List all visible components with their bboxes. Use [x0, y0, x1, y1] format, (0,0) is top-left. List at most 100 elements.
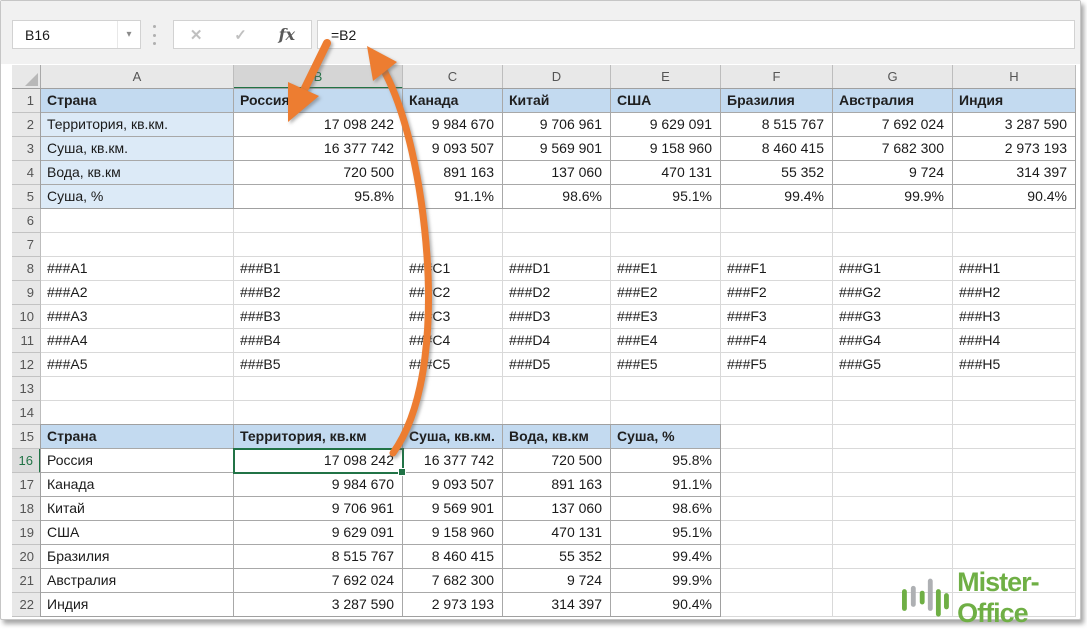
cell-G5[interactable]: 99.9% [833, 185, 953, 209]
col-header-B[interactable]: B [234, 65, 403, 89]
cell-E18[interactable]: 98.6% [611, 497, 721, 521]
cell-H9[interactable]: ###H2 [953, 281, 1076, 305]
cell-A7[interactable] [41, 233, 234, 257]
cell-D18[interactable]: 137 060 [503, 497, 611, 521]
cell-H10[interactable]: ###H3 [953, 305, 1076, 329]
cell-A14[interactable] [41, 401, 234, 425]
cell-B22[interactable]: 3 287 590 [234, 593, 403, 617]
cell-A8[interactable]: ###A1 [41, 257, 234, 281]
cell-F21[interactable] [721, 569, 833, 593]
select-all-corner[interactable] [12, 65, 41, 89]
cell-E19[interactable]: 95.1% [611, 521, 721, 545]
cell-D13[interactable] [503, 377, 611, 401]
cell-E20[interactable]: 99.4% [611, 545, 721, 569]
cell-G18[interactable] [833, 497, 953, 521]
cell-E7[interactable] [611, 233, 721, 257]
cell-E15[interactable]: Суша, % [611, 425, 721, 449]
cell-E2[interactable]: 9 629 091 [611, 113, 721, 137]
cell-A22[interactable]: Индия [41, 593, 234, 617]
cell-F5[interactable]: 99.4% [721, 185, 833, 209]
cell-G11[interactable]: ###G4 [833, 329, 953, 353]
cell-A13[interactable] [41, 377, 234, 401]
cell-B6[interactable] [234, 209, 403, 233]
row-header-11[interactable]: 11 [12, 329, 41, 353]
row-header-4[interactable]: 4 [12, 161, 41, 185]
cell-F16[interactable] [721, 449, 833, 473]
cell-D5[interactable]: 98.6% [503, 185, 611, 209]
cell-A4[interactable]: Вода, кв.км [41, 161, 234, 185]
cell-C21[interactable]: 7 682 300 [403, 569, 503, 593]
col-header-E[interactable]: E [611, 65, 721, 89]
cell-C20[interactable]: 8 460 415 [403, 545, 503, 569]
col-header-G[interactable]: G [833, 65, 953, 89]
cell-G1[interactable]: Австралия [833, 89, 953, 113]
cell-F12[interactable]: ###F5 [721, 353, 833, 377]
cell-E4[interactable]: 470 131 [611, 161, 721, 185]
cell-F3[interactable]: 8 460 415 [721, 137, 833, 161]
cell-B9[interactable]: ###B2 [234, 281, 403, 305]
cell-B3[interactable]: 16 377 742 [234, 137, 403, 161]
cell-D16[interactable]: 720 500 [503, 449, 611, 473]
cell-E17[interactable]: 91.1% [611, 473, 721, 497]
cell-H11[interactable]: ###H4 [953, 329, 1076, 353]
cell-B13[interactable] [234, 377, 403, 401]
cell-C10[interactable]: ###C3 [403, 305, 503, 329]
cell-H17[interactable] [953, 473, 1076, 497]
cell-B2[interactable]: 17 098 242 [234, 113, 403, 137]
cell-A11[interactable]: ###A4 [41, 329, 234, 353]
cell-H18[interactable] [953, 497, 1076, 521]
cell-E22[interactable]: 90.4% [611, 593, 721, 617]
row-header-16[interactable]: 16 [12, 449, 41, 473]
cell-F9[interactable]: ###F2 [721, 281, 833, 305]
cell-G12[interactable]: ###G5 [833, 353, 953, 377]
cell-A21[interactable]: Австралия [41, 569, 234, 593]
row-header-18[interactable]: 18 [12, 497, 41, 521]
cell-E16[interactable]: 95.8% [611, 449, 721, 473]
cell-E11[interactable]: ###E4 [611, 329, 721, 353]
cell-C4[interactable]: 891 163 [403, 161, 503, 185]
cell-E5[interactable]: 95.1% [611, 185, 721, 209]
cell-H19[interactable] [953, 521, 1076, 545]
cell-B10[interactable]: ###B3 [234, 305, 403, 329]
cell-D4[interactable]: 137 060 [503, 161, 611, 185]
col-header-A[interactable]: A [41, 65, 234, 89]
cell-F4[interactable]: 55 352 [721, 161, 833, 185]
row-header-15[interactable]: 15 [12, 425, 41, 449]
cell-C9[interactable]: ###C2 [403, 281, 503, 305]
cell-B16[interactable]: 17 098 242 [234, 449, 403, 473]
cell-A20[interactable]: Бразилия [41, 545, 234, 569]
cell-F15[interactable] [721, 425, 833, 449]
row-header-9[interactable]: 9 [12, 281, 41, 305]
row-header-6[interactable]: 6 [12, 209, 41, 233]
cell-D6[interactable] [503, 209, 611, 233]
cell-D19[interactable]: 470 131 [503, 521, 611, 545]
cell-H5[interactable]: 90.4% [953, 185, 1076, 209]
cell-B11[interactable]: ###B4 [234, 329, 403, 353]
cell-B5[interactable]: 95.8% [234, 185, 403, 209]
cell-E1[interactable]: США [611, 89, 721, 113]
cell-D14[interactable] [503, 401, 611, 425]
col-header-H[interactable]: H [953, 65, 1076, 89]
cell-G17[interactable] [833, 473, 953, 497]
cell-G8[interactable]: ###G1 [833, 257, 953, 281]
cell-F22[interactable] [721, 593, 833, 617]
cell-B21[interactable]: 7 692 024 [234, 569, 403, 593]
cell-C2[interactable]: 9 984 670 [403, 113, 503, 137]
cell-C3[interactable]: 9 093 507 [403, 137, 503, 161]
cell-C5[interactable]: 91.1% [403, 185, 503, 209]
cell-C1[interactable]: Канада [403, 89, 503, 113]
cell-B18[interactable]: 9 706 961 [234, 497, 403, 521]
cell-F1[interactable]: Бразилия [721, 89, 833, 113]
row-header-17[interactable]: 17 [12, 473, 41, 497]
row-header-3[interactable]: 3 [12, 137, 41, 161]
row-header-20[interactable]: 20 [12, 545, 41, 569]
cell-D12[interactable]: ###D5 [503, 353, 611, 377]
cell-F20[interactable] [721, 545, 833, 569]
row-header-5[interactable]: 5 [12, 185, 41, 209]
cell-F17[interactable] [721, 473, 833, 497]
cell-A6[interactable] [41, 209, 234, 233]
cell-H15[interactable] [953, 425, 1076, 449]
cell-A1[interactable]: Страна [41, 89, 234, 113]
cell-B1[interactable]: Россия [234, 89, 403, 113]
cell-B15[interactable]: Территория, кв.км [234, 425, 403, 449]
